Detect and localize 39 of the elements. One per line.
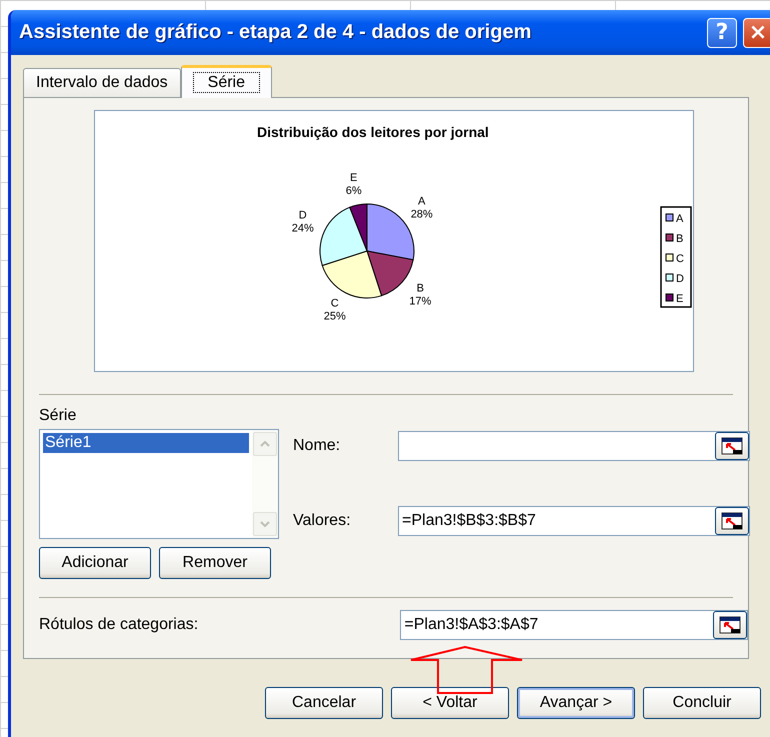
range-select-button[interactable] xyxy=(715,432,749,460)
range-picker-icon xyxy=(719,616,741,634)
window-title: Assistente de gráfico - etapa 2 de 4 - dados de origem xyxy=(19,21,532,44)
close-button[interactable]: × xyxy=(743,18,770,48)
scroll-up-icon xyxy=(260,441,270,447)
field-label: Nome: xyxy=(293,437,342,455)
range-select-button[interactable] xyxy=(713,611,747,639)
series-list-item[interactable]: Série1 xyxy=(43,433,249,453)
remove-button[interactable]: Remover xyxy=(159,547,271,579)
legend-label: E xyxy=(676,293,684,305)
field-label: Valores: xyxy=(293,512,352,530)
scroll-down-icon xyxy=(260,521,270,527)
legend-label: A xyxy=(676,213,684,225)
data-label: D 24% xyxy=(292,209,314,234)
chart-title: Distribuição dos leitores por jornal xyxy=(257,124,489,140)
series-list[interactable]: Série1 xyxy=(39,429,279,539)
dialog-button[interactable]: < Voltar xyxy=(391,687,509,719)
data-label: A 28% xyxy=(410,195,433,220)
legend-label: D xyxy=(676,273,684,285)
tab[interactable]: Intervalo de dados xyxy=(23,68,181,97)
tab[interactable]: Série xyxy=(180,65,272,98)
scrollbar[interactable] xyxy=(252,430,278,538)
series-label: Série xyxy=(39,407,78,425)
field-label: Rótulos de categorias: xyxy=(39,616,200,634)
input-field[interactable]: =Plan3!$B$3:$B$7 xyxy=(398,506,750,536)
range-picker-icon xyxy=(721,437,743,455)
input-field[interactable] xyxy=(398,431,750,461)
data-label: C 25% xyxy=(324,298,346,323)
data-label: B 17% xyxy=(409,282,432,308)
legend-label: C xyxy=(676,253,684,265)
dialog-button[interactable]: Cancelar xyxy=(265,687,383,719)
add-button[interactable]: Adicionar xyxy=(39,547,151,579)
legend-label: B xyxy=(676,233,684,245)
input-field[interactable]: =Plan3!$A$3:$A$7 xyxy=(400,610,748,640)
range-picker-icon xyxy=(721,512,743,530)
data-label: E 6% xyxy=(346,172,362,198)
dialog-button[interactable]: Concluir xyxy=(643,687,761,719)
dialog-button[interactable]: Avançar > xyxy=(517,687,635,719)
range-select-button[interactable] xyxy=(715,507,749,535)
